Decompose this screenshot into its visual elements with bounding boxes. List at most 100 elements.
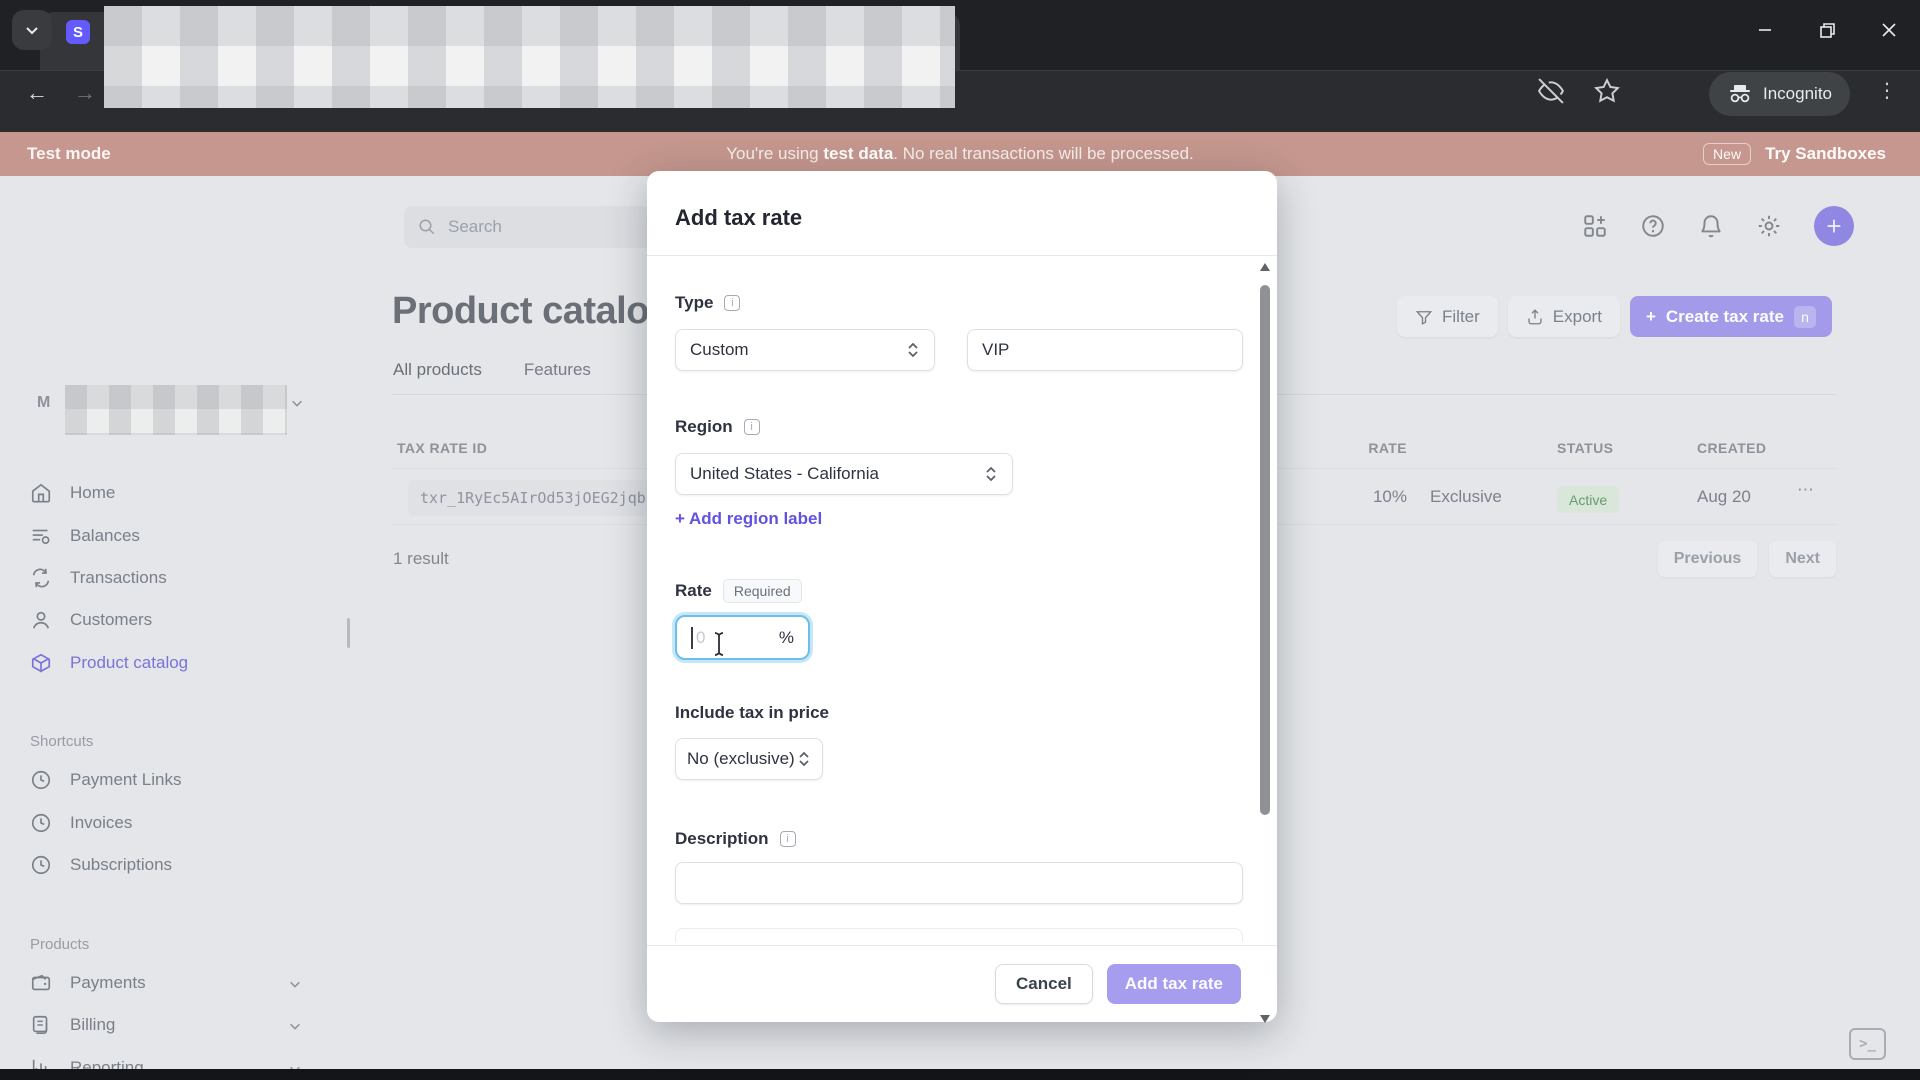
toolbar-icon-group [1538,78,1620,104]
chevron-down-icon[interactable] [288,977,302,991]
modal-footer: Cancel Add tax rate [647,945,1277,1022]
balances-icon [32,529,50,545]
help-icon[interactable] [1640,213,1666,239]
modal-scrollbar[interactable] [1259,259,1271,1027]
add-tax-rate-submit-button[interactable]: Add tax rate [1106,964,1241,1004]
col-created: CREATED [1697,440,1767,456]
billing-icon [32,1015,48,1034]
sidebar-item-subscriptions[interactable]: Subscriptions [30,854,172,876]
col-rate: RATE [1368,440,1407,456]
col-tax-rate-id: TAX RATE ID [397,440,488,456]
filter-button[interactable]: Filter [1397,296,1498,337]
tax-rate-id-cell[interactable]: txr_1RyEc5AIrOd53jOEG2jqb [408,480,660,516]
include-tax-select[interactable]: No (exclusive) [675,738,823,780]
browser-menu-button[interactable]: ⋮ [1877,78,1898,103]
rate-cell: 10% [1372,487,1407,506]
sidebar-item-billing[interactable]: Billing [30,1014,115,1036]
bottom-edge [0,1069,1920,1080]
add-tax-rate-modal: Add tax rate Type i Custom VIP Region i … [647,171,1277,1023]
sidebar-item-customers[interactable]: Customers [30,609,152,631]
eye-slash-icon[interactable] [1538,78,1564,104]
create-tax-rate-button[interactable]: + Create tax rate n [1629,296,1832,337]
scrollbar-thumb[interactable] [1260,285,1270,815]
try-sandboxes-link[interactable]: Try Sandboxes [1765,144,1886,164]
sidebar-item-balances[interactable]: Balances [30,525,140,547]
apps-grid-icon[interactable] [1582,213,1608,239]
text-caret [691,626,693,649]
cancel-button[interactable]: Cancel [995,964,1093,1004]
result-count: 1 result [393,549,449,568]
page-title: Product catalog [392,290,672,332]
created-cell: Aug 20 [1697,487,1751,506]
status-badge: Active [1557,486,1620,513]
rate-label: Rate Required [675,579,802,603]
search-icon [419,219,435,235]
select-chevrons-icon [986,466,996,482]
chevron-down-icon[interactable] [288,1019,302,1033]
close-button[interactable] [1858,0,1920,60]
bookmark-star-icon[interactable] [1594,78,1620,104]
scroll-up-arrow-icon[interactable] [1260,263,1270,271]
modal-header-divider [647,255,1277,256]
redacted-url-bar [104,6,955,108]
sidebar-item-home[interactable]: Home [30,482,115,504]
col-status: STATUS [1557,440,1614,456]
rate-placeholder: 0 [696,627,706,647]
products-heading: Products [30,936,90,953]
tab-features[interactable]: Features [524,360,591,380]
type-name-input[interactable]: VIP [967,329,1243,371]
rate-input[interactable]: 0 % [675,615,810,660]
tab-all-products[interactable]: All products [393,360,482,380]
sidebar-item-invoices[interactable]: Invoices [30,812,132,834]
export-icon [1528,308,1542,324]
clock-icon [31,813,51,833]
pagination: Previous Next [1657,541,1836,577]
plus-icon: + [1645,306,1656,326]
redacted-account-name[interactable] [65,385,287,435]
type-select[interactable]: Custom [675,329,935,371]
type-label: Type i [675,293,741,313]
forward-button[interactable]: → [68,76,102,110]
sidebar-item-product-catalog[interactable]: Product catalog [30,652,188,674]
account-avatar: M [37,394,51,411]
sidebar-item-payment-links[interactable]: Payment Links [30,769,182,791]
info-icon[interactable]: i [743,419,760,435]
region-select[interactable]: United States - California [675,453,1013,495]
restore-icon [1819,22,1835,38]
product-catalog-icon [31,653,51,673]
settings-gear-icon[interactable] [1756,213,1782,239]
info-icon[interactable]: i [779,831,796,847]
next-button[interactable]: Next [1769,541,1836,577]
sidebar-item-payments[interactable]: Payments [30,972,146,994]
sidebar-item-transactions[interactable]: Transactions [30,567,167,589]
description-input[interactable] [675,862,1243,904]
developer-console-button[interactable]: >_ [1849,1028,1886,1060]
sidebar: M Home Balances Transactions Customers P… [0,176,345,1080]
sidebar-scrollbar[interactable] [347,618,350,648]
page-tabs: All products Features [393,360,591,380]
restore-button[interactable] [1796,0,1858,60]
previous-button[interactable]: Previous [1657,541,1758,577]
keyboard-shortcut-badge: n [1794,305,1816,328]
notifications-bell-icon[interactable] [1698,213,1724,239]
percent-suffix: % [778,627,794,647]
test-mode-banner: Test mode You're using test data. No rea… [0,132,1920,176]
tab-search-button[interactable] [12,10,52,50]
create-plus-button[interactable]: + [1814,206,1854,246]
add-region-label-link[interactable]: + Add region label [675,509,822,529]
info-icon[interactable]: i [724,295,741,311]
minimize-icon [1759,29,1771,31]
back-button[interactable]: ← [20,76,54,110]
chevron-down-icon [26,27,38,35]
include-tax-label: Include tax in price [675,703,829,722]
transactions-icon [32,568,50,588]
rate-type-cell: Exclusive [1430,487,1502,506]
incognito-icon [1730,85,1750,103]
partially-visible-field [675,928,1243,942]
account-chevron-icon[interactable] [290,396,304,410]
screen: S ← → Incognito ⋮ Test mode You're using… [0,0,1920,1080]
minimize-button[interactable] [1734,0,1796,60]
export-button[interactable]: Export [1507,296,1620,337]
table-actions: Filter Export + Create tax rate n [1397,296,1832,337]
row-overflow-button[interactable]: ⋯ [1797,480,1814,500]
